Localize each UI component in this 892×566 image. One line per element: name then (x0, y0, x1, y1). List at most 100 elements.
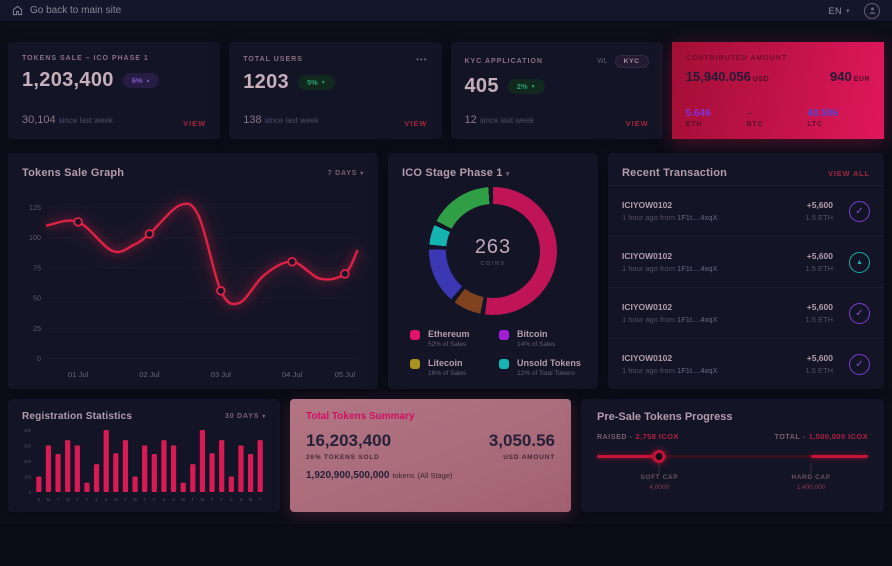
svg-text:S: S (172, 497, 175, 502)
svg-text:75: 75 (33, 264, 41, 272)
total-tokens-summary-card: Total Tokens Summary 16,203,400 26% TOKE… (290, 399, 571, 512)
delta-value: 30,104 (22, 114, 56, 126)
svg-text:M: M (114, 497, 118, 502)
card-tokens-sale: TOKENS SALE – ICO PHASE 1 1,203,400 6%▲ … (8, 42, 220, 139)
legend-swatch (410, 330, 420, 340)
kyc-toggle[interactable]: KYC (615, 55, 649, 68)
slider-handle[interactable] (653, 450, 666, 463)
raised-amount: RAISED -2,758 ICOX (597, 432, 679, 441)
total-users-value: 1203 (243, 71, 289, 94)
presale-progress-panel: Pre-Sale Tokens Progress RAISED -2,758 I… (581, 399, 884, 512)
chevron-down-icon: ▾ (262, 414, 266, 420)
card-title: TOKENS SALE – ICO PHASE 1 (22, 55, 149, 62)
usd-amount: 15,940.056 (686, 69, 751, 84)
panel-title[interactable]: ICO Stage Phase 1 ▾ (402, 167, 510, 179)
recent-transaction-panel: Recent Transaction VIEW ALL ICIYOW0102 1… (608, 153, 884, 389)
status-arrow-up-icon: ▲ (849, 252, 870, 273)
tokens-sale-line-chart: 025507510012501 Jul02 Jul03 Jul04 Jul05 … (8, 185, 378, 385)
svg-text:01 Jul: 01 Jul (68, 370, 89, 379)
btc-amount: – BTC (747, 108, 808, 128)
panel-title: Registration Statistics (22, 411, 132, 422)
user-icon (868, 2, 877, 20)
panel-title: Pre-Sale Tokens Progress (597, 411, 868, 423)
view-button[interactable]: VIEW (404, 119, 427, 128)
chevron-down-icon: ▾ (360, 171, 364, 177)
chevron-down-icon: ▾ (506, 171, 510, 178)
svg-text:02 Jul: 02 Jul (139, 370, 160, 379)
stat-cards-row: TOKENS SALE – ICO PHASE 1 1,203,400 6%▲ … (8, 42, 884, 139)
view-all-button[interactable]: VIEW ALL (828, 169, 870, 178)
legend-bitcoin: Bitcoin14% of Sales (499, 329, 582, 348)
svg-text:T: T (124, 497, 127, 502)
svg-text:F: F (220, 497, 223, 502)
svg-text:W: W (66, 497, 71, 502)
svg-text:F: F (86, 497, 89, 502)
hard-cap-tick (811, 463, 812, 474)
legend-litecoin: Litecoin16% of Sales (410, 358, 493, 377)
back-to-main-site-link[interactable]: Go back to main site (12, 5, 121, 16)
delta-note: since last week (59, 116, 113, 125)
transaction-row[interactable]: ICIYOW0102 1 hour ago from 1F1t....4xqX … (608, 236, 884, 287)
svg-text:25: 25 (33, 325, 41, 333)
tokens-sale-value: 1,203,400 (22, 69, 114, 92)
registration-bar-chart: 0100200300400SMTWTFSSMTWTFSSMTWTFSSMT (8, 424, 280, 504)
wl-toggle[interactable]: WL (597, 58, 608, 65)
view-button[interactable]: VIEW (626, 119, 649, 128)
card-total-users: TOTAL USERS ••• 1203 5%▼ 138since last w… (229, 42, 441, 139)
svg-text:W: W (200, 497, 205, 502)
trend-badge: 2%▼ (508, 79, 545, 94)
eth-amount: 5.646 ETH (686, 108, 747, 128)
home-icon (12, 5, 23, 16)
svg-text:T: T (143, 497, 146, 502)
eur-amount: 940 (830, 69, 852, 84)
svg-text:100: 100 (24, 474, 32, 479)
soft-cap-marker: SOFT CAP 4,0000 (640, 474, 678, 491)
svg-text:S: S (105, 497, 108, 502)
delta-note: since last week (265, 116, 319, 125)
status-check-icon: ✓ (849, 201, 870, 222)
card-title: KYC APPLICATION (465, 58, 543, 65)
card-title: CONTRIBUTED AMOUNT (686, 55, 787, 62)
registration-statistics-panel: Registration Statistics 30 DAYS▾ 0100200… (8, 399, 280, 512)
legend-swatch (410, 359, 420, 369)
svg-text:05 Jul: 05 Jul (335, 370, 356, 379)
hard-cap-marker: HARD CAP 1,400,000 (792, 474, 831, 491)
usd-amount-value: 3,050.56 (489, 431, 555, 451)
svg-text:T: T (259, 497, 262, 502)
progress-slider[interactable] (597, 449, 868, 463)
delta-value: 12 (465, 114, 477, 126)
svg-text:50: 50 (33, 295, 41, 303)
language-selector[interactable]: EN ▾ (828, 6, 850, 16)
menu-dots-icon[interactable]: ••• (416, 55, 427, 64)
transaction-row[interactable]: ICIYOW0102 1 hour ago from 1F1t....4xqX … (608, 338, 884, 389)
transaction-row[interactable]: ICIYOW0102 1 hour ago from 1F1t....4xqX … (608, 287, 884, 338)
legend-unsold-tokens: Unsold Tokens12% of Total Tokens (499, 358, 582, 377)
ico-stage-donut-chart: 263 COINS (429, 187, 557, 315)
svg-text:125: 125 (29, 204, 41, 212)
donut-legend: Ethereum52% of Sales Bitcoin14% of Sales… (388, 315, 598, 377)
transaction-row[interactable]: ICIYOW0102 1 hour ago from 1F1t....4xqX … (608, 185, 884, 236)
delta-value: 138 (243, 114, 261, 126)
svg-text:M: M (249, 497, 253, 502)
back-label: Go back to main site (30, 5, 121, 16)
range-dropdown[interactable]: 7 DAYS▾ (328, 170, 364, 177)
dashboard-screen: Go back to main site EN ▾ TOKENS SALE – … (0, 0, 892, 512)
svg-text:03 Jul: 03 Jul (211, 370, 232, 379)
status-check-icon: ✓ (849, 354, 870, 375)
slider-fill-hard (811, 455, 868, 458)
svg-text:S: S (240, 497, 243, 502)
svg-text:S: S (37, 497, 40, 502)
view-button[interactable]: VIEW (183, 119, 206, 128)
svg-text:S: S (95, 497, 98, 502)
user-avatar[interactable] (864, 3, 880, 19)
kyc-value: 405 (465, 75, 499, 98)
range-dropdown[interactable]: 30 DAYS▾ (225, 413, 266, 420)
svg-text:M: M (47, 497, 51, 502)
delta-note: since last week (480, 116, 534, 125)
coins-count: 263 (475, 236, 511, 259)
ltc-amount: 40.506 LTC (807, 108, 868, 128)
summary-title: Total Tokens Summary (306, 411, 555, 422)
total-tokens-all-stage: 1,920,900,500,000tokens(All Stage) (306, 470, 555, 481)
soft-cap-tick (659, 463, 660, 474)
card-contributed-amount: CONTRIBUTED AMOUNT 15,940.056USD 940EUR … (672, 42, 884, 139)
